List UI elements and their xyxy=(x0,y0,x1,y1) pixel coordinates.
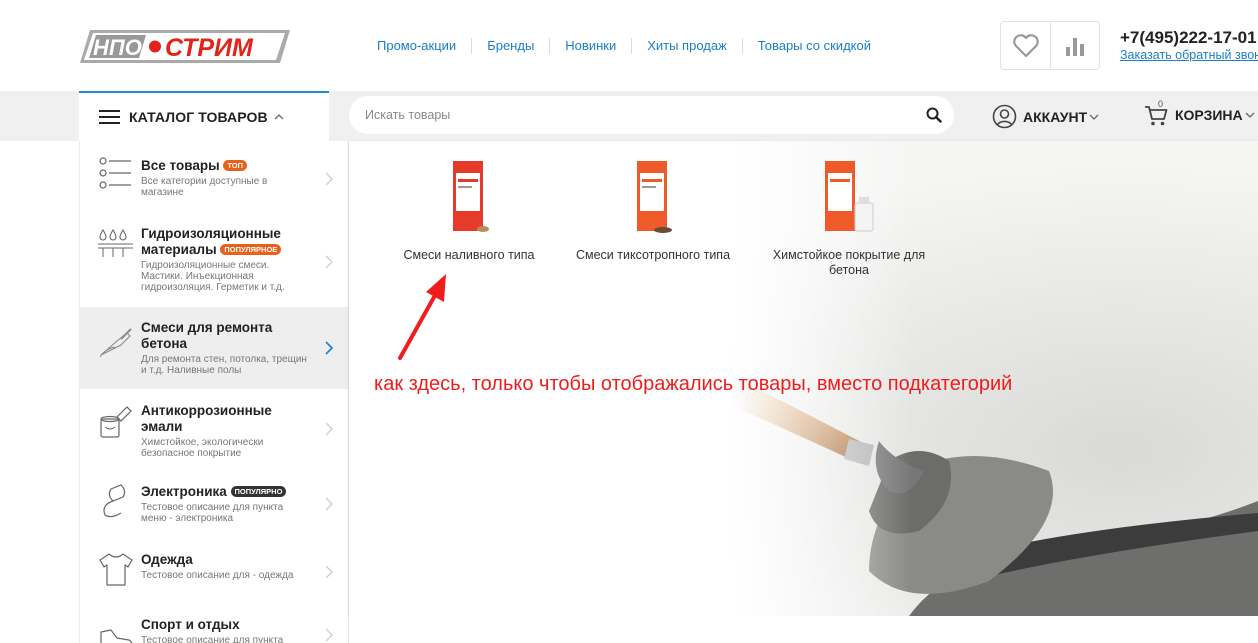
search-bar xyxy=(349,96,954,134)
search-input[interactable] xyxy=(365,108,914,122)
product-bag-image xyxy=(825,161,874,232)
sidebar-item-waterproofing[interactable]: Гидроизоляционные материалы популярное Г… xyxy=(80,217,348,307)
user-circle-icon xyxy=(992,104,1017,129)
badge-popular: популярное xyxy=(220,244,282,255)
svg-text:СТРИМ: СТРИМ xyxy=(165,34,254,62)
sidebar-item-desc: Тестовое описание для пункта xyxy=(141,635,284,643)
sidebar-item-title: Смеси для ремонта бетона xyxy=(141,320,273,351)
sidebar-item-desc: Все категории доступные в магазине xyxy=(141,176,268,198)
badge-popular: популярно xyxy=(230,486,287,497)
chevron-up-icon xyxy=(274,114,284,120)
sidebar-item-clothing[interactable]: Одежда Тестовое описание для - одежда xyxy=(80,539,348,605)
top-header: НПО СТРИМ Промо-акции Бренды Новинки Хит… xyxy=(0,0,1258,91)
subcategory-label: Смеси тиксотропного типа xyxy=(575,248,731,262)
sidebar-item-sport[interactable]: Спорт и отдых Тестовое описание для пунк… xyxy=(80,605,348,643)
annotation-text: как здесь, только чтобы отображались тов… xyxy=(374,373,1013,395)
sidebar-item-title: Одежда xyxy=(141,552,193,567)
chevron-right-icon xyxy=(325,497,333,511)
callback-link[interactable]: Заказать обратный звонок xyxy=(1120,48,1258,62)
subcategory-chemresistant[interactable]: Химстойкое покрытие для бетона xyxy=(757,159,941,278)
user-actions-box xyxy=(1000,21,1100,70)
account-menu[interactable]: АККАУНТ xyxy=(992,104,1099,129)
chevron-right-icon xyxy=(325,565,333,579)
paint-icon xyxy=(100,406,132,438)
subcategory-label: Смеси наливного типа xyxy=(403,248,535,262)
red-arrow-annotation xyxy=(398,274,446,360)
svg-text:НПО: НПО xyxy=(93,35,142,60)
list-icon xyxy=(99,157,131,189)
sidebar-item-desc: Тестовое описание для пункта меню - элек… xyxy=(141,502,284,524)
shirt-icon xyxy=(99,553,133,586)
account-label: АККАУНТ xyxy=(1023,108,1088,125)
bar-chart-icon xyxy=(1066,37,1084,56)
chevron-right-icon xyxy=(325,422,333,436)
badge-top: топ xyxy=(223,160,247,171)
page-background xyxy=(349,616,1258,643)
catalog-sidebar: Все товары топ Все категории доступные в… xyxy=(79,141,349,643)
sidebar-item-desc: Гидроизоляционные смеси. Мастики. Инъекц… xyxy=(141,260,285,293)
nav-link-new[interactable]: Новинки xyxy=(549,38,631,54)
chevron-down-icon xyxy=(1089,114,1099,120)
cart-menu[interactable]: 0 КОРЗИНА xyxy=(1143,99,1255,128)
product-bag-image xyxy=(453,161,489,232)
cart-icon xyxy=(1145,106,1168,126)
subcategory-thixotropic[interactable]: Смеси тиксотропного типа xyxy=(553,159,753,263)
sidebar-item-title: Все товары топ xyxy=(141,158,311,174)
chevron-right-icon xyxy=(325,172,333,186)
chevron-right-icon xyxy=(325,341,333,355)
phone-number[interactable]: +7(495)222-17-01 xyxy=(1120,28,1257,48)
sidebar-item-desc: Для ремонта стен, потолка, трещин и т.д.… xyxy=(141,354,307,376)
compare-button[interactable] xyxy=(1050,22,1099,69)
sidebar-item-electronics[interactable]: Электроника популярно Тестовое описание … xyxy=(80,469,348,539)
chevron-right-icon xyxy=(325,628,333,642)
nav-link-promo[interactable]: Промо-акции xyxy=(362,38,471,54)
nav-link-discounts[interactable]: Товары со скидкой xyxy=(741,38,886,54)
sidebar-item-title: Антикоррозионные эмали xyxy=(141,403,272,434)
trowel-icon xyxy=(99,328,132,358)
nav-link-bestsellers[interactable]: Хиты продаж xyxy=(631,38,742,54)
product-bag-image xyxy=(637,161,672,233)
sidebar-item-desc: Тестовое описание для - одежда xyxy=(141,570,294,581)
hamburger-icon xyxy=(99,110,120,124)
subcategory-label: Химстойкое покрытие для бетона xyxy=(772,248,926,277)
sidebar-item-anticorrosion[interactable]: Антикоррозионные эмали Химстойкое, эколо… xyxy=(80,389,348,469)
sidebar-item-title: Спорт и отдых xyxy=(141,617,240,632)
drops-icon xyxy=(98,228,133,257)
sidebar-item-all-products[interactable]: Все товары топ Все категории доступные в… xyxy=(80,141,348,217)
site-logo[interactable]: НПО СТРИМ xyxy=(80,30,290,63)
nav-link-brands[interactable]: Бренды xyxy=(471,38,549,54)
heart-icon xyxy=(1012,33,1039,57)
search-icon xyxy=(926,107,942,123)
mouse-icon xyxy=(103,484,126,518)
sidebar-item-title: Электроника популярно xyxy=(141,484,311,500)
top-navigation: Промо-акции Бренды Новинки Хиты продаж Т… xyxy=(362,37,886,55)
sidebar-item-concrete-repair[interactable]: Смеси для ремонта бетона Для ремонта сте… xyxy=(80,307,348,389)
subcategory-self-leveling[interactable]: Смеси наливного типа xyxy=(369,159,569,263)
catalog-button[interactable]: КАТАЛОГ ТОВАРОВ xyxy=(79,91,329,141)
wishlist-button[interactable] xyxy=(1001,22,1050,69)
catalog-button-label: КАТАЛОГ ТОВАРОВ xyxy=(129,109,268,125)
cart-count: 0 xyxy=(1158,99,1164,109)
chevron-down-icon xyxy=(1245,112,1255,118)
sneaker-icon xyxy=(100,629,133,643)
sidebar-item-title: Гидроизоляционные материалы популярное xyxy=(141,226,282,257)
search-button[interactable] xyxy=(914,107,954,123)
cart-label: КОРЗИНА xyxy=(1175,107,1243,123)
sidebar-item-desc: Химстойкое, экологически безопасное покр… xyxy=(141,437,264,459)
chevron-right-icon xyxy=(325,255,333,269)
